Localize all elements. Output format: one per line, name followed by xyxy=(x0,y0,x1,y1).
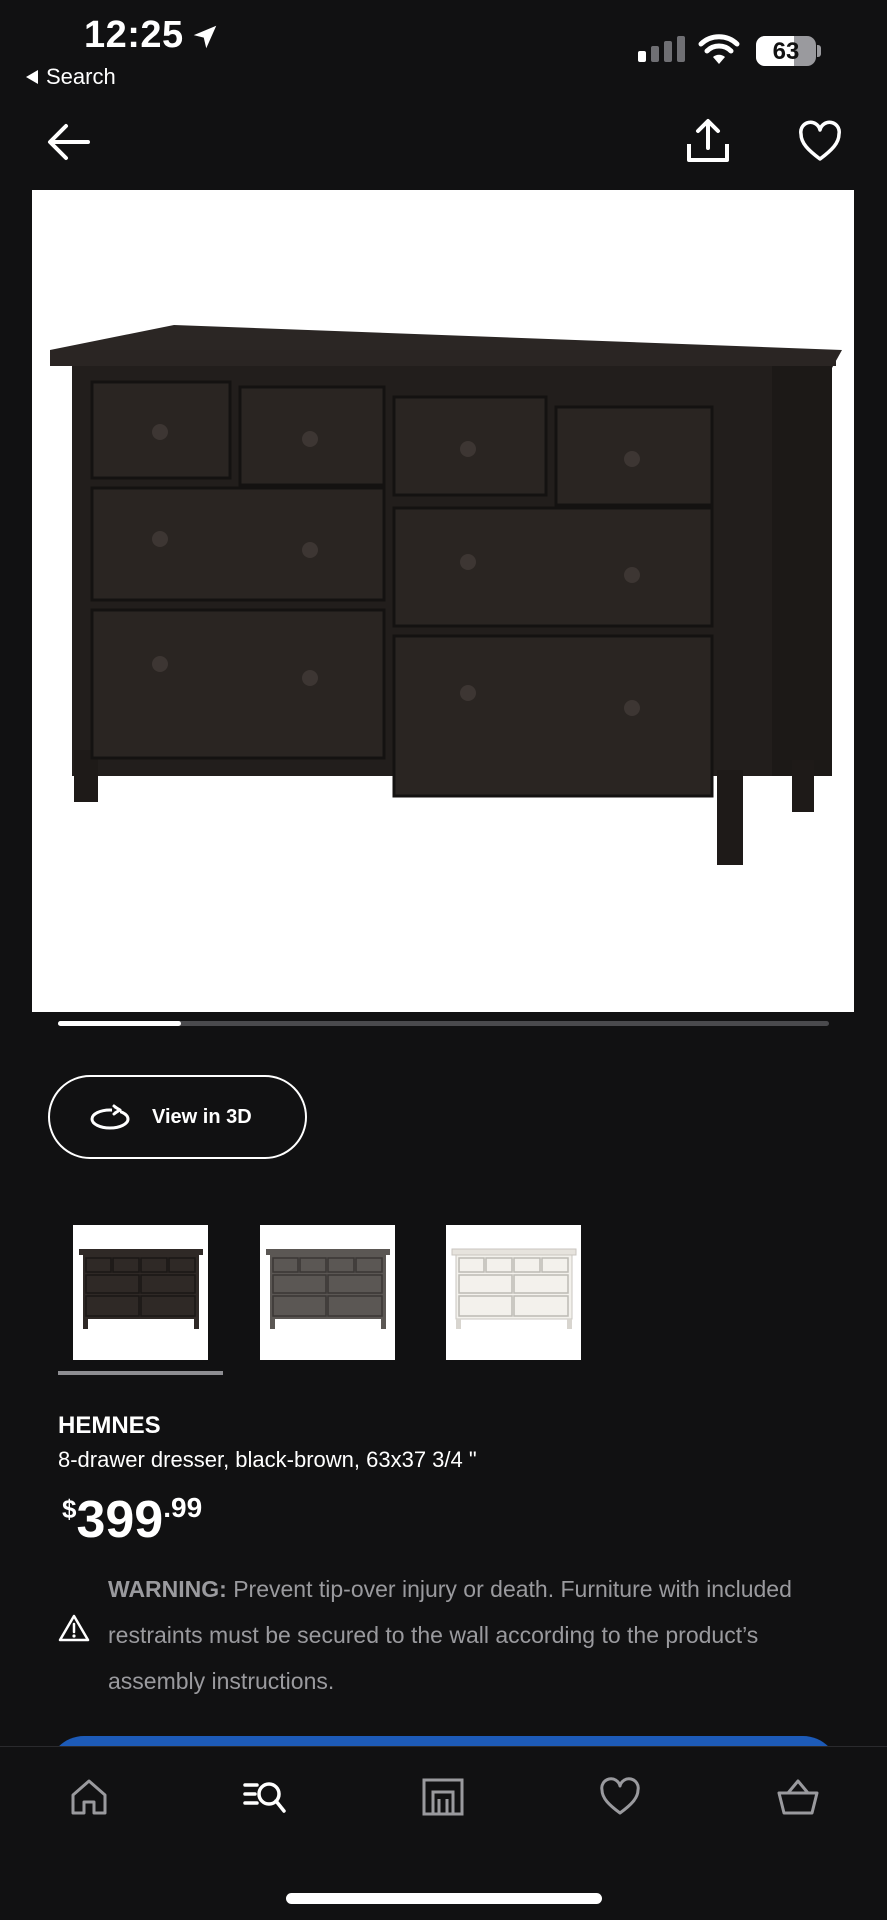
product-description: 8-drawer dresser, black-brown, 63x37 3/4… xyxy=(58,1447,477,1472)
status-time: 12:25 xyxy=(84,14,184,56)
product-price: $ 399 .99 xyxy=(62,1488,202,1546)
arrow-left-icon[interactable] xyxy=(44,120,92,164)
variant-dresser-icon xyxy=(79,1249,203,1329)
image-carousel-progress xyxy=(58,1021,829,1026)
app-screen: { "status_bar": { "time": "12:25", "back… xyxy=(0,0,887,1920)
price-currency: $ xyxy=(62,1494,77,1524)
back-to-search-link[interactable]: Search xyxy=(26,64,116,90)
price-main: 399 xyxy=(76,1491,164,1549)
cellular-signal-icon xyxy=(638,36,685,62)
search-list-icon[interactable] xyxy=(243,1775,287,1819)
variant-thumb-white[interactable] xyxy=(446,1225,581,1360)
variant-thumb-black-brown[interactable] xyxy=(73,1225,208,1360)
back-triangle-icon xyxy=(26,70,38,84)
home-icon[interactable] xyxy=(67,1775,111,1819)
back-app-label: Search xyxy=(46,64,116,89)
warning-label: WARNING: xyxy=(108,1576,227,1602)
store-icon[interactable] xyxy=(421,1775,465,1819)
share-icon[interactable] xyxy=(684,116,732,166)
price-decimal: .99 xyxy=(163,1492,203,1523)
battery-indicator: 63 xyxy=(756,36,816,66)
heart-icon[interactable] xyxy=(798,120,842,164)
heart-icon[interactable] xyxy=(598,1775,642,1819)
tip-over-warning: WARNING: Prevent tip-over injury or deat… xyxy=(108,1566,838,1704)
carousel-progress-fill xyxy=(58,1021,182,1026)
view-in-3d-button[interactable]: View in 3D xyxy=(48,1075,307,1159)
variant-dresser-icon xyxy=(266,1249,390,1329)
dresser-illustration xyxy=(50,325,842,865)
variant-dresser-icon xyxy=(451,1248,577,1329)
product-name: HEMNES xyxy=(58,1412,161,1439)
product-image[interactable] xyxy=(32,190,854,1012)
battery-percent: 63 xyxy=(772,38,800,65)
view-in-3d-label: View in 3D xyxy=(152,1105,252,1128)
wifi-icon xyxy=(698,34,740,64)
home-indicator xyxy=(286,1893,602,1904)
selected-variant-indicator xyxy=(58,1371,223,1375)
variant-thumb-dark-gray[interactable] xyxy=(260,1225,395,1360)
location-arrow-icon xyxy=(193,25,217,49)
battery-nub xyxy=(817,45,821,57)
rotate-3d-icon xyxy=(90,1104,130,1130)
basket-icon[interactable] xyxy=(776,1775,820,1819)
warning-triangle-icon xyxy=(58,1614,90,1642)
